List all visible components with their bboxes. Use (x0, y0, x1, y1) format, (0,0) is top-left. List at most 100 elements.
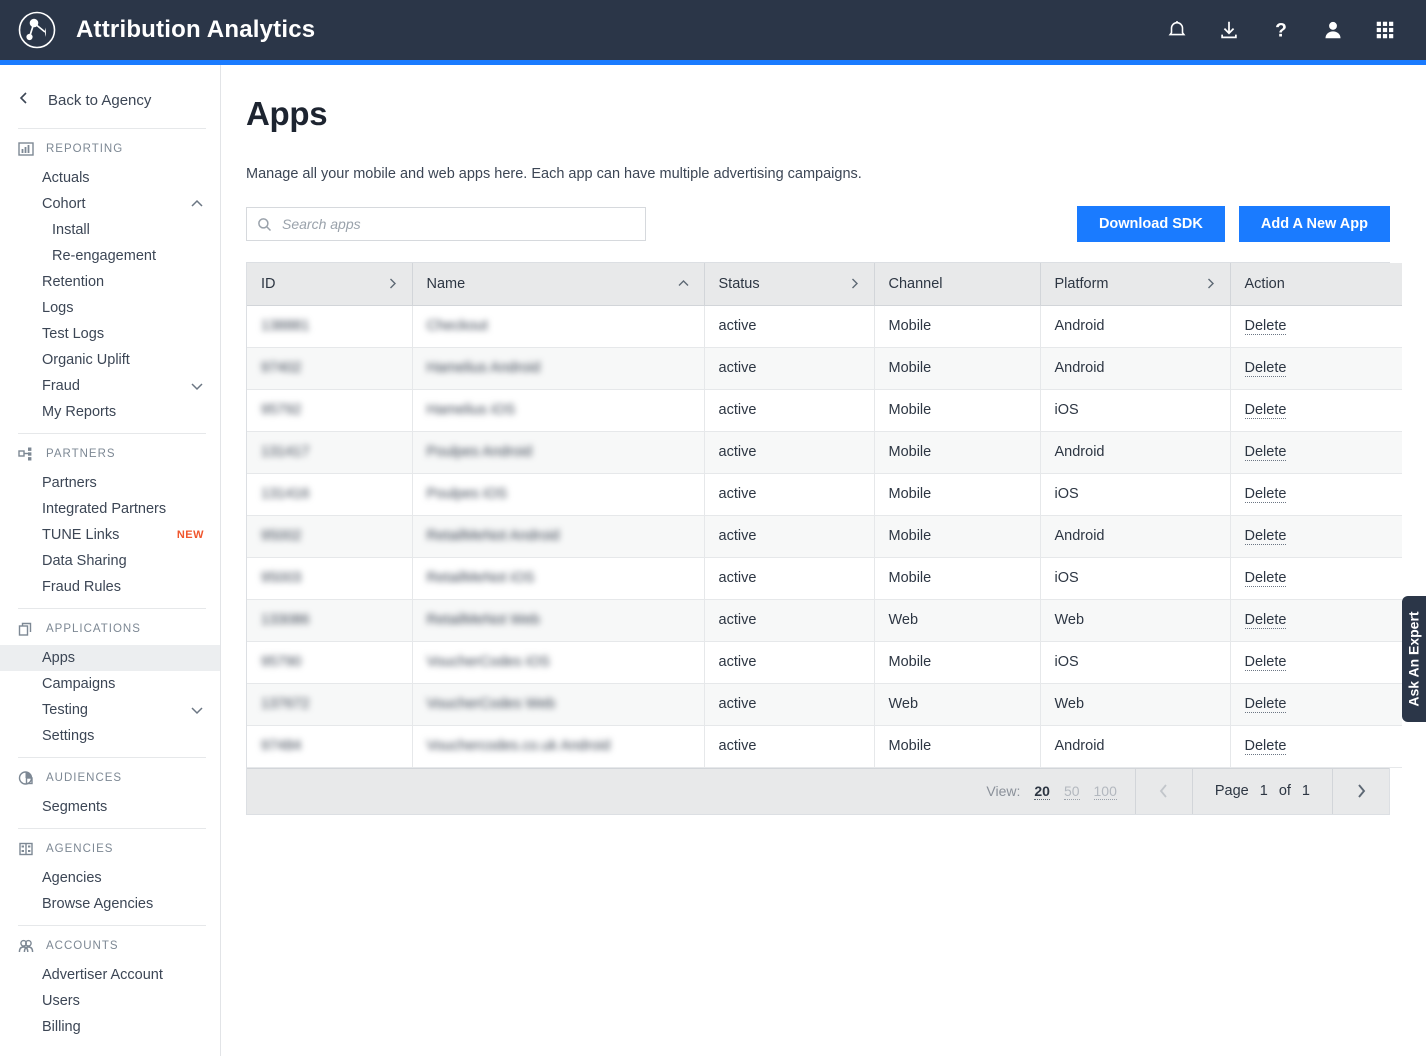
table-row[interactable]: 95790 VoucherCodes iOS active Mobile iOS Dele… (247, 641, 1402, 684)
sidebar-item-settings[interactable]: Settings (0, 723, 220, 749)
sidebar-item-fraud-rules[interactable]: Fraud Rules (0, 574, 220, 600)
column-header-action[interactable]: Action (1230, 263, 1402, 306)
previous-page-button[interactable] (1136, 768, 1192, 814)
sidebar-item-advertiser-account[interactable]: Advertiser Account (0, 962, 220, 988)
download-icon[interactable] (1214, 15, 1244, 45)
sort-ascending-icon[interactable] (677, 278, 690, 289)
table-row[interactable]: 138881 Checkout active Mobile Android Delete (247, 305, 1402, 348)
sort-toggle-icon[interactable] (849, 277, 860, 290)
delete-app-link[interactable]: Delete (1244, 696, 1287, 713)
page-size-option-50[interactable]: 50 (1063, 783, 1080, 800)
back-to-agency-button[interactable]: Back to Agency (0, 80, 220, 120)
sidebar-item-label: Segments (42, 799, 108, 815)
table-row[interactable]: 95792 Hamelius iOS active Mobile iOS Delete (247, 389, 1402, 432)
delete-app-link[interactable]: Delete (1244, 444, 1287, 461)
page-size-option-100[interactable]: 100 (1093, 783, 1117, 800)
ask-an-expert-tab[interactable]: Ask An Expert (1402, 596, 1426, 722)
sidebar-item-re-engagement[interactable]: Re-engagement (0, 243, 220, 269)
sort-toggle-icon[interactable] (1205, 277, 1216, 290)
delete-app-link[interactable]: Delete (1244, 528, 1287, 545)
app-name-value: RetailMeNot Web (426, 612, 540, 628)
cell-status: active (704, 389, 875, 432)
sidebar-item-users[interactable]: Users (0, 988, 220, 1014)
help-icon[interactable]: ? (1266, 15, 1296, 45)
delete-app-link[interactable]: Delete (1244, 360, 1287, 377)
table-row[interactable]: 131416 Poulpes iOS active Mobile iOS Delete (247, 473, 1402, 516)
sidebar-item-label: Retention (42, 274, 105, 290)
table-row[interactable]: 97402 Hamelius Android active Mobile Android… (247, 347, 1402, 390)
add-new-app-button[interactable]: Add A New App (1238, 206, 1390, 242)
delete-app-link[interactable]: Delete (1244, 402, 1287, 419)
sidebar-item-actuals[interactable]: Actuals (0, 165, 220, 191)
brand[interactable]: Attribution Analytics (0, 7, 315, 53)
sidebar-item-install[interactable]: Install (0, 217, 220, 243)
table-row[interactable]: 133086 RetailMeNot Web active Web Web Delete (247, 599, 1402, 642)
toolbar-buttons: Download SDK Add A New App (1076, 206, 1390, 242)
sidebar-item-organic-uplift[interactable]: Organic Uplift (0, 347, 220, 373)
app-name-value: VoucherCodes iOS (426, 654, 550, 670)
table-row[interactable]: 137672 VoucherCodes Web active Web Web Delete (247, 683, 1402, 726)
column-header-platform[interactable]: Platform (1040, 263, 1231, 306)
sidebar-item-fraud[interactable]: Fraud (0, 373, 220, 399)
chevron-down-icon[interactable] (190, 380, 204, 392)
sidebar-item-campaigns[interactable]: Campaigns (0, 671, 220, 697)
sidebar-item-test-logs[interactable]: Test Logs (0, 321, 220, 347)
cell-platform: Web (1040, 599, 1231, 642)
cell-platform: iOS (1040, 473, 1231, 516)
column-header-channel[interactable]: Channel (874, 263, 1041, 306)
sidebar-group-applications: APPLICATIONS (0, 613, 220, 645)
cell-status: active (704, 557, 875, 600)
sidebar-item-cohort[interactable]: Cohort (0, 191, 220, 217)
sidebar-group-label: AGENCIES (46, 843, 114, 855)
delete-app-link[interactable]: Delete (1244, 738, 1287, 755)
delete-app-link[interactable]: Delete (1244, 570, 1287, 587)
next-page-button[interactable] (1333, 768, 1389, 814)
sidebar-item-billing[interactable]: Billing (0, 1014, 220, 1040)
column-header-status[interactable]: Status (704, 263, 875, 306)
sidebar-item-agencies[interactable]: Agencies (0, 865, 220, 891)
table-row[interactable]: 131417 Poulpes Android active Mobile Android… (247, 431, 1402, 474)
apps-grid-icon[interactable] (1370, 15, 1400, 45)
sidebar-item-retention[interactable]: Retention (0, 269, 220, 295)
sidebar-item-integrated-partners[interactable]: Integrated Partners (0, 496, 220, 522)
sidebar-divider (18, 433, 206, 434)
cell-platform: iOS (1040, 557, 1231, 600)
view-label: View: (986, 783, 1021, 799)
app-name-value: Vouchercodes.co.uk Android (426, 738, 611, 754)
sidebar-item-partners[interactable]: Partners (0, 470, 220, 496)
cell-status: active (704, 305, 875, 348)
delete-app-link[interactable]: Delete (1244, 612, 1287, 629)
chevron-up-icon[interactable] (190, 198, 204, 210)
search-input[interactable] (282, 216, 635, 232)
table-row[interactable]: 95003 RetailMeNot iOS active Mobile iOS Delet… (247, 557, 1402, 600)
column-header-name[interactable]: Name (412, 263, 705, 306)
delete-app-link[interactable]: Delete (1244, 654, 1287, 671)
cell-name: RetailMeNot Web (412, 599, 705, 642)
search-box[interactable] (246, 207, 646, 241)
download-sdk-button[interactable]: Download SDK (1076, 206, 1225, 242)
page-size-option-20[interactable]: 20 (1034, 783, 1050, 800)
sidebar-item-apps[interactable]: Apps (0, 645, 220, 671)
page-description: Manage all your mobile and web apps here… (246, 166, 862, 182)
sidebar-item-testing[interactable]: Testing (0, 697, 220, 723)
chevron-down-icon[interactable] (190, 704, 204, 716)
column-header-id[interactable]: ID (247, 263, 413, 306)
table-row[interactable]: 97484 Vouchercodes.co.uk Android active Mob… (247, 725, 1402, 768)
cell-name: Checkout (412, 305, 705, 348)
sidebar-item-browse-agencies[interactable]: Browse Agencies (0, 891, 220, 917)
notifications-icon[interactable] (1162, 15, 1192, 45)
account-icon[interactable] (1318, 15, 1348, 45)
sidebar-item-tune-links[interactable]: TUNE Links NEW (0, 522, 220, 548)
cell-id: 95790 (247, 641, 413, 684)
sort-toggle-icon[interactable] (387, 277, 398, 290)
sidebar-item-segments[interactable]: Segments (0, 794, 220, 820)
sidebar-item-my-reports[interactable]: My Reports (0, 399, 220, 425)
cell-name: RetailMeNot Android (412, 515, 705, 558)
delete-app-link[interactable]: Delete (1244, 486, 1287, 503)
sidebar-item-label: Testing (42, 702, 88, 718)
table-row[interactable]: 95002 RetailMeNot Android active Mobile Andr… (247, 515, 1402, 558)
sidebar-item-logs[interactable]: Logs (0, 295, 220, 321)
cell-name: Hamelius iOS (412, 389, 705, 432)
sidebar-item-data-sharing[interactable]: Data Sharing (0, 548, 220, 574)
delete-app-link[interactable]: Delete (1244, 318, 1287, 335)
